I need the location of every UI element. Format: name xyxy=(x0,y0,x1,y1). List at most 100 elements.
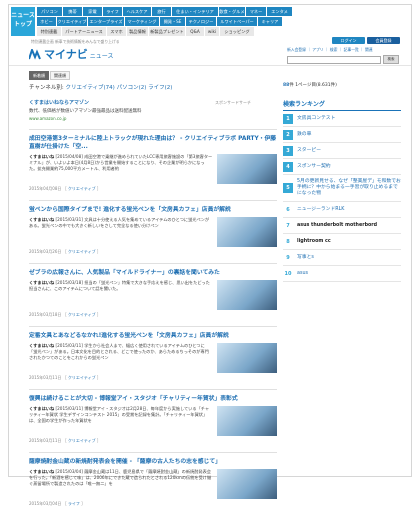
nav-item[interactable]: ルワイトペーパー xyxy=(217,17,258,26)
login-button[interactable]: ログイン xyxy=(332,37,365,44)
article-author[interactable]: くすまはいね xyxy=(29,469,54,474)
ranking-item[interactable]: 6 ニュージーランドRLK xyxy=(283,202,401,218)
ranking-item[interactable]: 7 asus thunderbolt motherbord xyxy=(283,218,401,234)
ranking-number: 10 xyxy=(284,270,292,277)
ranking-item[interactable]: 2 鉄の車 xyxy=(283,127,401,143)
ad-title[interactable]: くすまはいねならアマゾン xyxy=(29,99,277,106)
article-author[interactable]: くすまはいね xyxy=(29,154,54,159)
result-count: 88件 1ページ目(8.631件) xyxy=(283,82,401,88)
page-frame: ニュース トップ パソコン 携帯 家電 ライフ ヘルスケア 旅行 住まい・インテリア 飲食・グ… xyxy=(8,4,412,506)
article-tag[interactable]: クリエイティブ xyxy=(68,312,96,317)
article-title[interactable]: 復興は続けることが大切 - 博報堂アイ・スタジオ「チャリティー年賀状」表彰式 xyxy=(29,395,277,403)
ranking-label[interactable]: スポンサー契約 xyxy=(297,164,331,170)
nav-item[interactable]: 家電 xyxy=(83,7,103,16)
nav-item[interactable]: 開発・SE xyxy=(160,17,186,26)
nav-row-2: ホビー クリエイティブ エンタープライズ マーケティング 開発・SE テクノロジー ルワイト… xyxy=(37,17,283,26)
article-summary: くすまはいね [2015/03/11] 博報堂アイ・スタジオは2月28日、毎年度… xyxy=(29,406,213,436)
article-author[interactable]: くすまはいね xyxy=(29,343,54,348)
ranking-label[interactable]: lightroom cc xyxy=(297,239,331,245)
header-links[interactable]: 新入会登録 ｜ アプリ ｜ 検索 ｜ 記事一覧 ｜ 関連 xyxy=(287,47,373,53)
article-author[interactable]: くすまはいね xyxy=(29,406,54,411)
nav-item[interactable]: スマホ xyxy=(107,27,127,36)
brand-logo[interactable]: マイナビ ニュース xyxy=(29,46,113,62)
article-title[interactable]: 蛍ペンから国際タイプまで! 進化する蛍光ペンを「文房具カフェ」店員が解説 xyxy=(29,206,277,214)
article-author[interactable]: くすまはいね xyxy=(29,280,54,285)
article-body: くすまはいね [2015/04/08] 成田空港で乗継が進められていたLCC専用… xyxy=(29,154,277,184)
nav-item[interactable]: クリエイティブ xyxy=(57,17,88,26)
nav-item[interactable]: エンタメ xyxy=(267,7,293,16)
ranking-number: 7 xyxy=(286,222,290,229)
tab-newest[interactable]: 新着順 xyxy=(29,71,49,80)
article-item: 蛍ペンから国際タイプまで! 進化する蛍光ペンを「文房具カフェ」店員が解説 くすまは… xyxy=(29,200,277,255)
article-title[interactable]: ゼブラの広報さんに、人気製品「マイルドライナー」の裏話を聞いてみた xyxy=(29,269,277,277)
ranking-label[interactable]: スターピー xyxy=(297,148,321,154)
ranking-label[interactable]: ニュージーランドRLK xyxy=(297,207,344,213)
nav-item[interactable]: パソコン xyxy=(37,7,63,16)
nav-item[interactable]: ホビー xyxy=(37,17,57,26)
nav-item[interactable]: 飲食・グルメ xyxy=(219,7,246,16)
ranking-label[interactable]: 写事とs xyxy=(297,255,314,261)
channel-link-creative[interactable]: クリエイティブ(74) xyxy=(65,85,114,91)
article-tag[interactable]: クリエイティブ xyxy=(68,375,96,380)
ranking-item[interactable]: 4 スポンサー契約 xyxy=(283,159,401,175)
register-button[interactable]: 会員登録 xyxy=(367,37,400,44)
ranking-item[interactable]: 1 文房具コンテスト xyxy=(283,111,401,127)
ranking-item[interactable]: 3 スターピー xyxy=(283,143,401,159)
nav-item[interactable]: wiki xyxy=(205,27,220,36)
article-tag[interactable]: クリエイティブ xyxy=(68,186,96,191)
tab-related[interactable]: 関連順 xyxy=(50,71,70,80)
ranking-label[interactable]: 5月の更新見せる、なぜ「整美屋デ」モ和数でお手柄に？中から始まる一手習が取り止め… xyxy=(297,179,401,197)
ranking-label[interactable]: 文房具コンテスト xyxy=(297,116,335,122)
ranking-item[interactable]: 8 lightroom cc xyxy=(283,234,401,250)
channel-link-life[interactable]: ライフ(2) xyxy=(148,85,172,91)
nav-item[interactable]: 旅行 xyxy=(152,7,172,16)
article-tag[interactable]: ライフ xyxy=(68,501,80,506)
ranking-label[interactable]: asus xyxy=(297,271,308,277)
nav-item[interactable]: ショッピング xyxy=(220,27,255,36)
nav-item[interactable]: 新製品プレゼント xyxy=(149,27,186,36)
ranking-label[interactable]: asus thunderbolt motherbord xyxy=(297,223,377,229)
article-meta: 2015年03月18日 ［ クリエイティブ ］ xyxy=(29,312,101,317)
article-thumbnail[interactable] xyxy=(217,217,277,247)
search-input[interactable] xyxy=(287,55,381,64)
ranking-item[interactable]: 9 写事とs xyxy=(283,250,401,266)
ranking-item[interactable]: 10 asus xyxy=(283,266,401,282)
channel-link-pc[interactable]: パソコン(2) xyxy=(117,85,147,91)
nav-item[interactable]: テクノロジー xyxy=(186,17,217,26)
news-top-logo[interactable]: ニュース トップ xyxy=(11,7,35,36)
nav-item[interactable]: 特別連載 xyxy=(37,27,62,36)
article-title[interactable]: 定番文具とあなどるなかれ!進化する蛍光ペンを「文房具カフェ」店員が解説 xyxy=(29,332,277,340)
article-text: [2015/03/18] 担当の「蛍光ペン」特集で大きな手応えを感じ、思い出をた… xyxy=(29,280,210,292)
nav-item[interactable]: Q&A xyxy=(186,27,205,36)
sponsored-ad[interactable]: くすまはいねならアマゾン 数代、低価格が数値いアマゾン最強最品は送料配送無料 w… xyxy=(29,99,277,121)
article-summary: くすまはいね [2015/03/18] 担当の「蛍光ペン」特集で大きな手応えを感… xyxy=(29,280,213,310)
article-thumbnail[interactable] xyxy=(217,280,277,310)
article-thumbnail[interactable] xyxy=(217,406,277,436)
nav-item[interactable]: マネー xyxy=(246,7,267,16)
ranking-item[interactable]: 5 5月の更新見せる、なぜ「整美屋デ」モ和数でお手柄に？中から始まる一手習が取り止… xyxy=(283,175,401,202)
nav-item[interactable]: エンタープライズ xyxy=(88,17,125,26)
nav-item[interactable]: ライフ xyxy=(103,7,123,16)
article-title[interactable]: 薩摩焼酎金山蔵の新焼酎発表会を開催 - 「薩摩の古人たちの志を感じて」 xyxy=(29,458,277,466)
nav-item[interactable]: 製品情報 xyxy=(127,27,149,36)
nav-item[interactable]: マーケティング xyxy=(125,17,160,26)
nav-item[interactable]: ヘルスケア xyxy=(123,7,152,16)
mynavi-mark-icon xyxy=(29,48,41,60)
article-author[interactable]: くすまはいね xyxy=(29,217,54,222)
nav-item[interactable]: パートナーニュース xyxy=(62,27,107,36)
article-thumbnail[interactable] xyxy=(217,469,277,499)
article-thumbnail[interactable] xyxy=(217,154,277,184)
article-thumbnail[interactable] xyxy=(217,343,277,373)
nav-item[interactable]: キャリア xyxy=(258,17,283,26)
article-tag[interactable]: クリエイティブ xyxy=(68,438,96,443)
article-title[interactable]: 成田空港第3ターミナルに陸上トラックが現れた理由は？ - クリエイティブラボ P… xyxy=(29,135,277,151)
ad-url[interactable]: www.amazon.co.jp xyxy=(29,116,277,121)
channel-label: チャンネル別: xyxy=(29,85,64,91)
nav-item[interactable]: 携帯 xyxy=(63,7,83,16)
search-button[interactable]: 検索 xyxy=(383,55,399,64)
nav-item[interactable]: 住まい・インテリア xyxy=(172,7,219,16)
result-count-text: 件 1ページ目(8.631件) xyxy=(289,83,337,88)
article-date: 2015年03月11日 xyxy=(29,438,62,443)
article-tag[interactable]: クリエイティブ xyxy=(68,249,96,254)
ranking-label[interactable]: 鉄の車 xyxy=(297,132,311,138)
